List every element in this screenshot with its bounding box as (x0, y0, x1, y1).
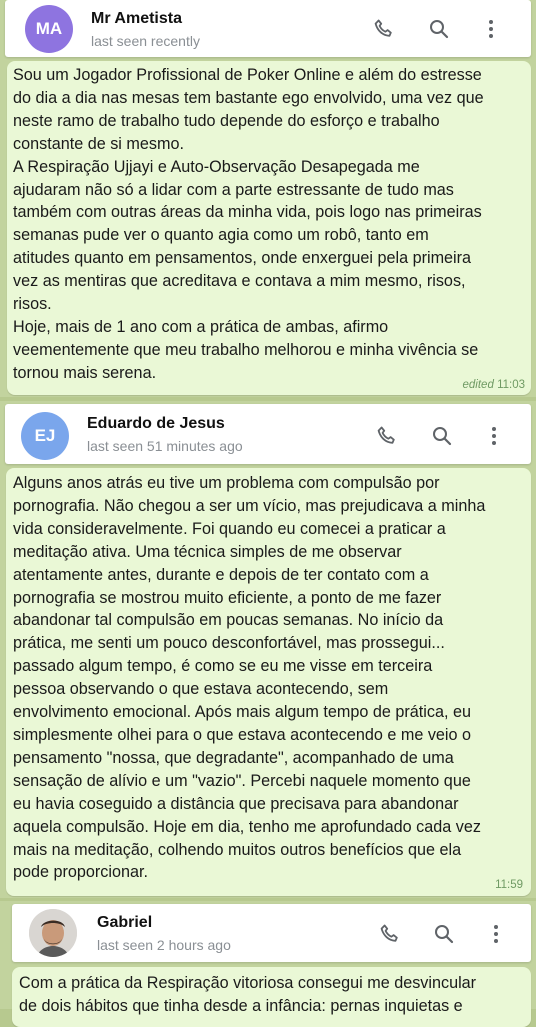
more-vertical-icon[interactable] (482, 920, 510, 948)
message-bubble[interactable]: Alguns anos atrás eu tive um problema co… (6, 468, 531, 896)
message-bubble[interactable]: Com a prática da Respiração vitoriosa co… (12, 967, 531, 1027)
search-icon[interactable] (430, 920, 458, 948)
search-icon[interactable] (428, 422, 456, 450)
profile-photo-icon (29, 909, 77, 957)
chat-header-3: Gabriel last seen 2 hours ago (12, 904, 531, 962)
phone-icon[interactable] (376, 920, 404, 948)
chat-header-1: MA Mr Ametista last seen recently (5, 0, 531, 57)
message-bubble[interactable]: Sou um Jogador Profissional de Poker Onl… (7, 61, 531, 395)
contact-name[interactable]: Mr Ametista (91, 10, 182, 28)
more-vertical-icon[interactable] (477, 15, 505, 43)
phone-icon[interactable] (373, 422, 401, 450)
edited-label: edited (462, 379, 494, 391)
phone-icon[interactable] (370, 15, 398, 43)
last-seen-status: last seen recently (91, 33, 200, 49)
last-seen-status: last seen 51 minutes ago (87, 438, 243, 454)
chat-header-2: EJ Eduardo de Jesus last seen 51 minutes… (5, 404, 531, 464)
contact-name[interactable]: Eduardo de Jesus (87, 415, 225, 433)
message-text: Alguns anos atrás eu tive um problema co… (13, 474, 486, 882)
last-seen-status: last seen 2 hours ago (97, 937, 231, 953)
message-time: 11:03 (497, 379, 525, 391)
contact-name[interactable]: Gabriel (97, 914, 152, 932)
avatar[interactable] (29, 909, 77, 957)
message-text: Com a prática da Respiração vitoriosa co… (19, 974, 477, 1015)
message-text: Sou um Jogador Profissional de Poker Onl… (13, 66, 484, 382)
message-meta: 11:59 (495, 879, 523, 891)
more-vertical-icon[interactable] (480, 422, 508, 450)
message-meta: edited 11:03 (463, 379, 525, 391)
avatar[interactable]: MA (25, 5, 73, 53)
message-time: 11:59 (495, 879, 523, 891)
search-icon[interactable] (425, 15, 453, 43)
avatar[interactable]: EJ (21, 412, 69, 460)
